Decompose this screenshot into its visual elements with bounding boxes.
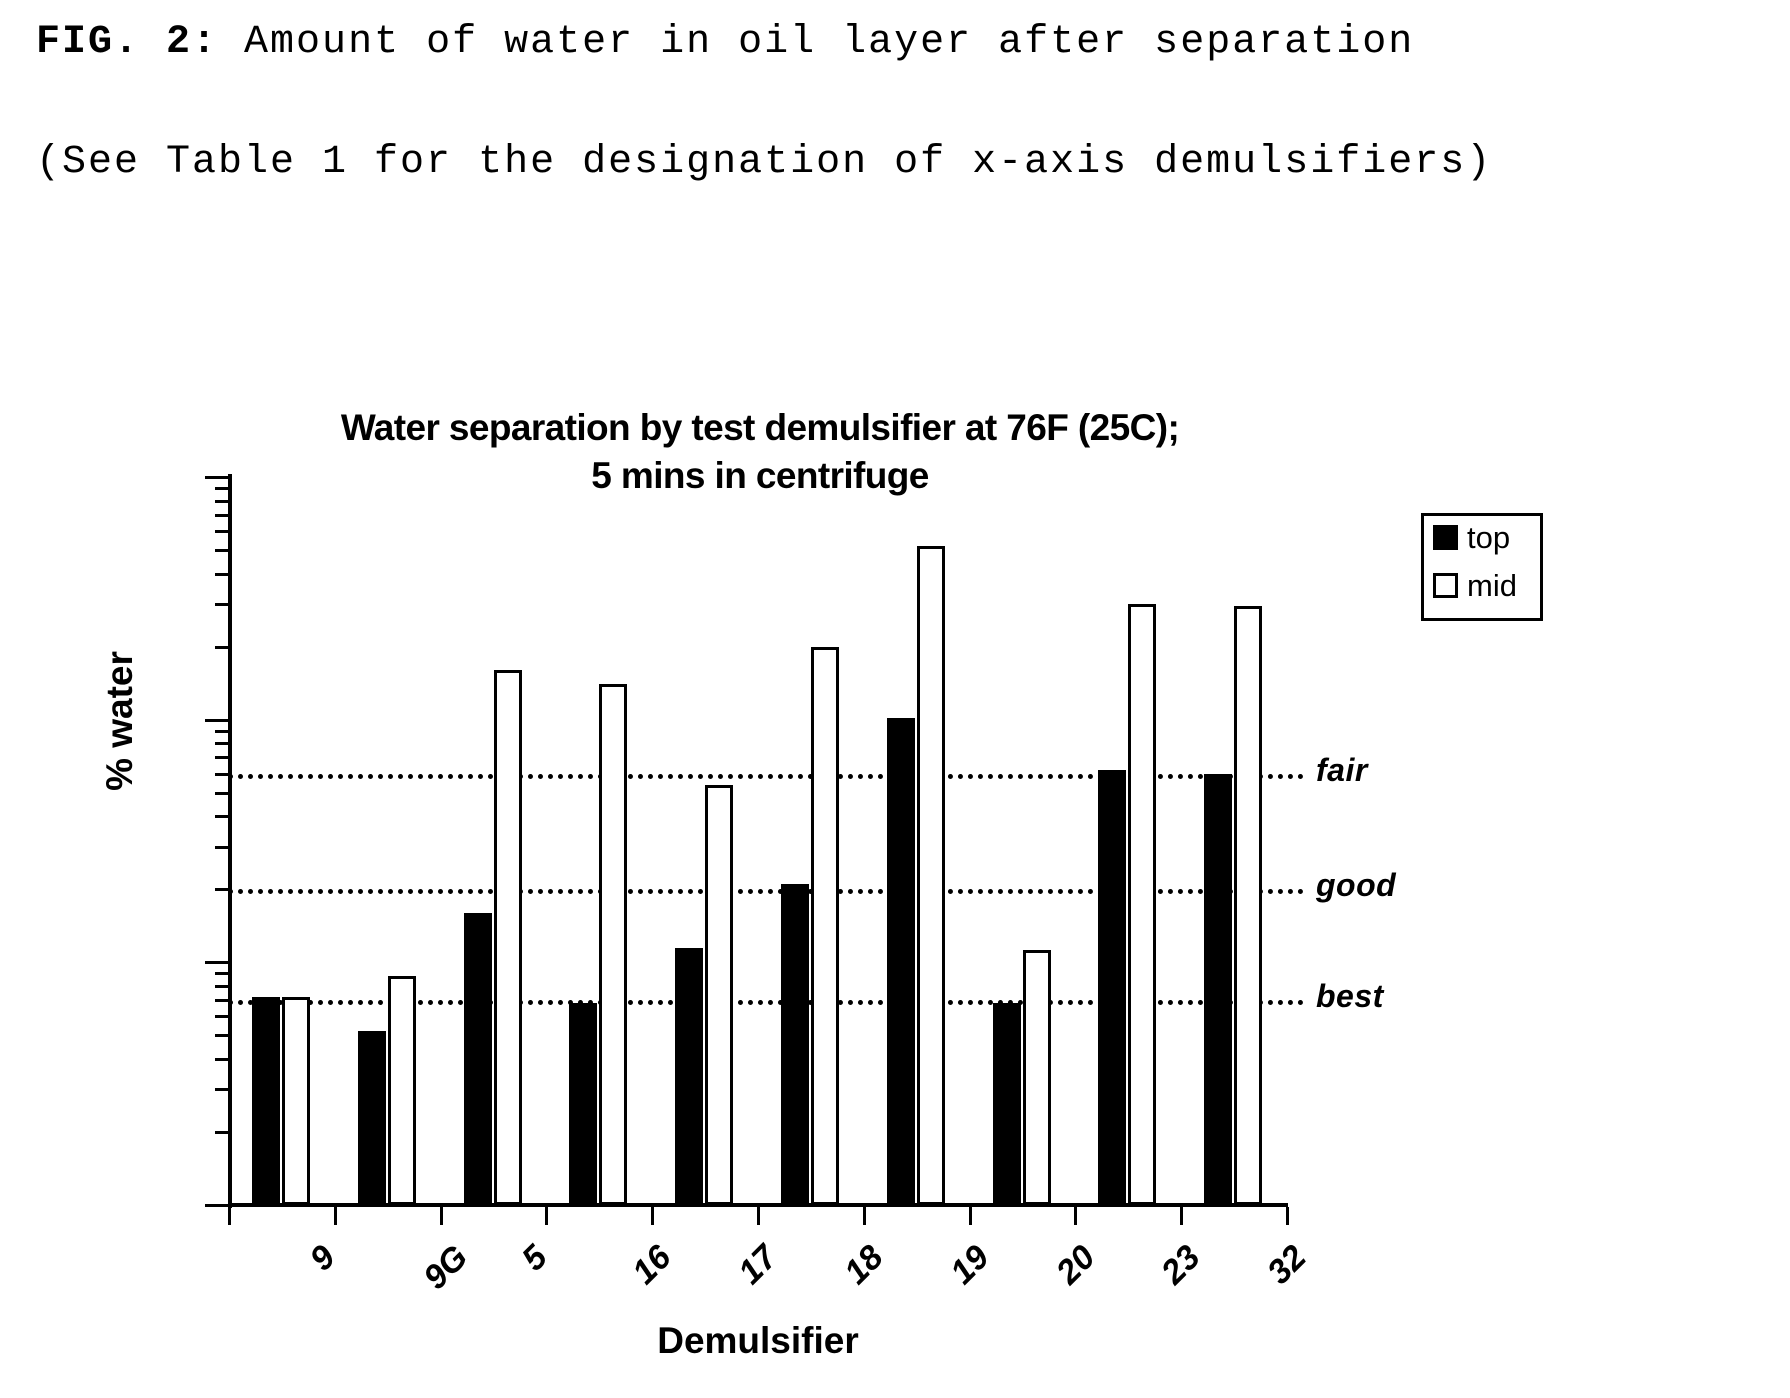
y-tick-minor — [215, 645, 232, 649]
y-tick-minor — [215, 602, 232, 606]
x-category-label-18: 18 — [836, 1238, 891, 1292]
y-axis-title: % water — [99, 651, 140, 791]
x-category-label-5: 5 — [514, 1238, 555, 1279]
y-tick-minor — [215, 845, 232, 849]
x-tick — [1074, 1207, 1078, 1225]
x-tick — [1286, 1207, 1289, 1225]
y-tick-minor — [215, 756, 232, 760]
y-tick-minor — [215, 984, 232, 988]
reference-line-label-best: best — [1316, 977, 1384, 1014]
bar-mid-23 — [1128, 603, 1157, 1205]
bar-mid-9G — [387, 975, 416, 1205]
y-tick-minor — [215, 487, 232, 491]
bar-mid-16 — [599, 684, 628, 1205]
legend-item-top: top — [1433, 522, 1510, 553]
bar-mid-32 — [1234, 605, 1263, 1205]
y-tick-minor — [215, 1130, 232, 1134]
y-tick-minor — [215, 972, 232, 976]
y-tick-minor — [215, 1034, 232, 1038]
x-tick — [333, 1207, 337, 1225]
bar-top-5 — [463, 912, 492, 1205]
chart-title-line-1: Water separation by test demulsifier at … — [340, 407, 1180, 448]
legend-label-top: top — [1467, 520, 1511, 555]
bar-top-9G — [357, 1031, 386, 1205]
bar-top-20 — [992, 1002, 1021, 1205]
x-category-label-23: 23 — [1154, 1238, 1208, 1292]
x-tick — [968, 1207, 972, 1225]
x-tick — [757, 1207, 760, 1225]
bar-mid-18 — [810, 646, 839, 1205]
legend-swatch-mid-icon — [1433, 573, 1458, 598]
y-tick-minor — [215, 529, 232, 533]
y-tick-minor — [215, 1015, 232, 1019]
chart: Water separation by test demulsifier at … — [0, 0, 1790, 1398]
x-tick — [651, 1207, 655, 1225]
x-tick — [228, 1207, 231, 1225]
y-tick-minor — [215, 742, 232, 746]
bar-mid-5 — [493, 670, 522, 1205]
reference-line-label-good: good — [1316, 867, 1397, 904]
y-tick-major — [205, 961, 232, 965]
reference-line-label-fair: fair — [1316, 751, 1368, 788]
chart-title: Water separation by test demulsifier at … — [230, 404, 1290, 500]
bar-top-23 — [1098, 770, 1127, 1205]
y-tick-major — [205, 476, 232, 479]
bar-top-16 — [569, 1002, 598, 1205]
legend-label-mid: mid — [1467, 568, 1517, 603]
bar-mid-9 — [281, 996, 310, 1205]
bar-top-18 — [780, 884, 809, 1205]
chart-legend: top mid — [1421, 513, 1543, 621]
x-category-label-32: 32 — [1260, 1238, 1314, 1292]
x-category-label-9G: 9G — [415, 1238, 475, 1297]
y-tick-minor — [215, 572, 232, 576]
y-tick-minor — [215, 815, 232, 819]
y-tick-minor — [215, 1057, 232, 1061]
x-category-label-17: 17 — [731, 1238, 785, 1292]
y-tick-minor — [215, 791, 232, 795]
y-axis-line — [228, 474, 232, 1208]
bar-top-19 — [886, 717, 915, 1205]
bar-top-17 — [675, 947, 704, 1205]
x-tick — [545, 1207, 549, 1225]
chart-title-line-2: 5 mins in centrifuge — [591, 455, 929, 497]
y-tick-minor — [215, 729, 232, 733]
x-category-label-16: 16 — [625, 1238, 679, 1292]
x-tick — [862, 1207, 866, 1225]
legend-item-mid: mid — [1433, 570, 1517, 601]
legend-swatch-top-icon — [1433, 525, 1458, 550]
y-tick-minor — [215, 549, 232, 553]
bar-top-9 — [251, 996, 280, 1205]
bar-top-32 — [1204, 773, 1233, 1205]
y-tick-major — [205, 718, 232, 722]
x-category-label-9: 9 — [302, 1238, 343, 1279]
bar-mid-17 — [705, 784, 734, 1205]
x-category-label-19: 19 — [942, 1238, 997, 1292]
bar-mid-20 — [1022, 950, 1051, 1205]
x-category-label-20: 20 — [1048, 1238, 1103, 1292]
bar-mid-19 — [916, 545, 945, 1205]
x-tick — [439, 1207, 443, 1225]
y-tick-minor — [215, 499, 232, 503]
x-axis-title: Demulsifier — [657, 1320, 859, 1361]
y-tick-minor — [215, 1088, 232, 1092]
y-tick-minor — [215, 513, 232, 517]
x-tick — [1180, 1207, 1184, 1225]
